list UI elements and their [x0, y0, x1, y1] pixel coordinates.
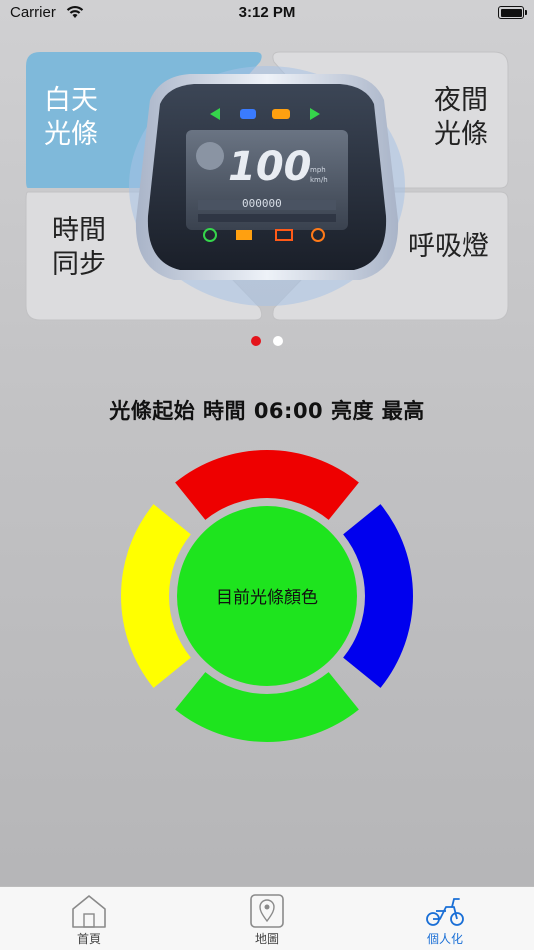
- page-dot-1[interactable]: [251, 336, 261, 346]
- quadrant-night-button[interactable]: 夜間 光條: [386, 52, 508, 188]
- battery-icon: [498, 6, 527, 19]
- status-bar: Carrier 3:12 PM: [0, 0, 534, 28]
- svg-text:mph: mph: [310, 166, 326, 174]
- svg-text:000000: 000000: [242, 197, 282, 210]
- quadrant-time-sync-button[interactable]: 時間 同步: [26, 192, 148, 320]
- quadrant-day-button[interactable]: 白天 光條: [26, 52, 148, 188]
- map-icon: [250, 894, 284, 928]
- home-icon: [72, 895, 106, 928]
- tab-home[interactable]: 首頁: [0, 887, 178, 950]
- day-light-label: 白天 光條: [44, 85, 98, 150]
- time-sync-label: 時間 同步: [52, 215, 106, 280]
- page-dot-2[interactable]: [273, 336, 283, 346]
- dashboard-panel: 100 mph km/h 000000 白天 光條 夜間 光條 時間 同步 呼吸…: [0, 40, 534, 330]
- status-time: 3:12 PM: [238, 4, 296, 21]
- night-light-label: 夜間 光條: [434, 85, 488, 150]
- breathing-light-label: 呼吸燈: [408, 231, 489, 262]
- tab-bar: 首頁 地圖 個人化: [0, 886, 534, 950]
- quadrant-breathing-button[interactable]: 呼吸燈: [386, 192, 508, 320]
- light-bar-status-text: 光條起始 時間 06:00 亮度 最高: [109, 399, 425, 423]
- tab-map[interactable]: 地圖: [178, 887, 356, 950]
- tab-personalize[interactable]: 個人化: [356, 887, 534, 950]
- speed-readout: 100: [228, 144, 312, 190]
- current-color-label: 目前光條顏色: [216, 587, 318, 608]
- tab-personalize-label: 個人化: [426, 932, 463, 946]
- tab-map-label: 地圖: [254, 932, 279, 946]
- scooter-icon: [426, 898, 464, 926]
- svg-text:km/h: km/h: [310, 176, 328, 184]
- tab-home-label: 首頁: [76, 932, 101, 946]
- page-indicator[interactable]: [0, 336, 534, 346]
